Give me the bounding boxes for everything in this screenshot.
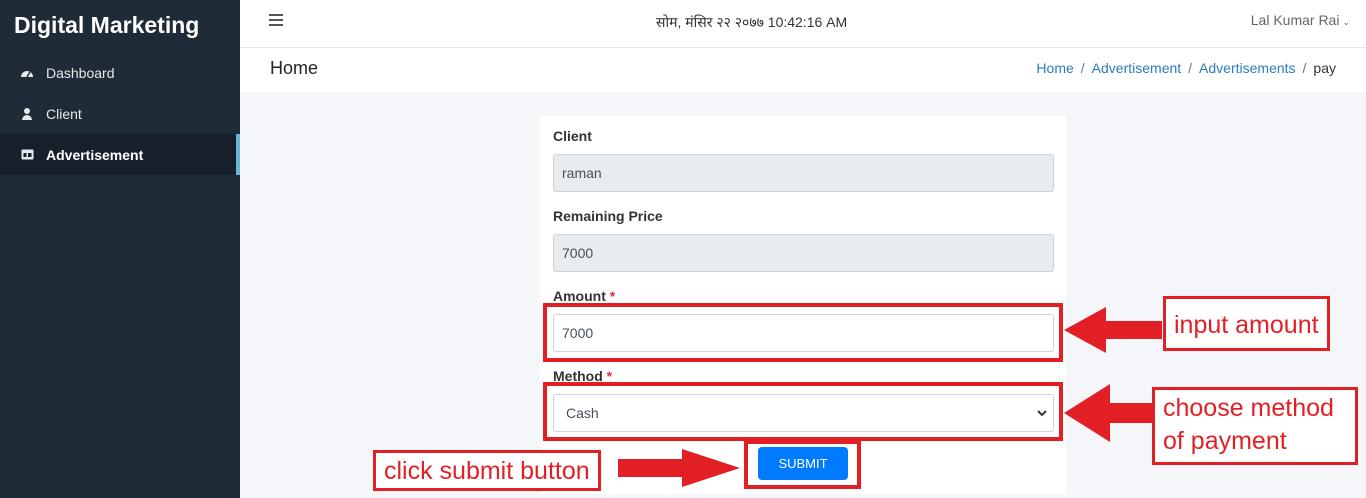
sidebar-item-label: Advertisement xyxy=(46,146,144,163)
user-menu[interactable]: Lal Kumar Rai ⌄ xyxy=(1251,12,1350,28)
sidebar-item-label: Dashboard xyxy=(46,64,115,81)
client-label: Client xyxy=(553,128,592,144)
arrow-left-icon xyxy=(1064,307,1162,353)
breadcrumb-current: pay xyxy=(1313,60,1336,76)
required-mark: * xyxy=(609,288,616,304)
sidebar-item-advertisement[interactable]: Advertisement xyxy=(0,134,240,175)
annotation-click-submit: click submit button xyxy=(373,450,601,491)
sidebar: Digital Marketing Dashboard Client Adver… xyxy=(0,0,240,498)
sidebar-item-dashboard[interactable]: Dashboard xyxy=(0,52,240,93)
user-icon xyxy=(20,107,34,121)
sidebar-item-label: Client xyxy=(46,105,82,122)
arrow-left-icon xyxy=(1064,384,1154,442)
annotation-choose-method: choose method of payment xyxy=(1152,387,1358,465)
amount-highlight xyxy=(543,303,1063,362)
breadcrumb-advertisement[interactable]: Advertisement xyxy=(1092,60,1181,76)
breadcrumb: Home / Advertisement / Advertisements / … xyxy=(1036,60,1336,76)
remaining-price-field[interactable] xyxy=(553,234,1054,272)
remaining-price-label: Remaining Price xyxy=(553,208,663,224)
chevron-down-icon: ⌄ xyxy=(1342,17,1350,27)
brand-title: Digital Marketing xyxy=(14,12,200,38)
current-datetime: सोम, मंसिर २२ २०७७ 10:42:16 AM xyxy=(656,14,848,30)
page-title: Home xyxy=(270,58,319,78)
arrow-right-icon xyxy=(618,449,740,487)
amount-label: Amount * xyxy=(553,288,616,304)
breadcrumb-advertisements[interactable]: Advertisements xyxy=(1199,60,1295,76)
ad-icon xyxy=(20,148,34,162)
user-name: Lal Kumar Rai xyxy=(1250,12,1340,28)
client-field[interactable] xyxy=(553,154,1054,192)
topbar: सोम, मंसिर २२ २०७७ 10:42:16 AM Lal Kumar… xyxy=(240,0,1366,48)
content-header: Home Home / Advertisement / Advertisemen… xyxy=(240,48,1366,92)
breadcrumb-home[interactable]: Home xyxy=(1036,60,1073,76)
method-highlight xyxy=(543,382,1063,441)
dashboard-icon xyxy=(20,66,34,80)
annotation-input-amount: input amount xyxy=(1163,296,1330,351)
submit-highlight xyxy=(744,440,861,489)
sidebar-item-client[interactable]: Client xyxy=(0,93,240,134)
menu-toggle-icon[interactable] xyxy=(269,14,283,26)
